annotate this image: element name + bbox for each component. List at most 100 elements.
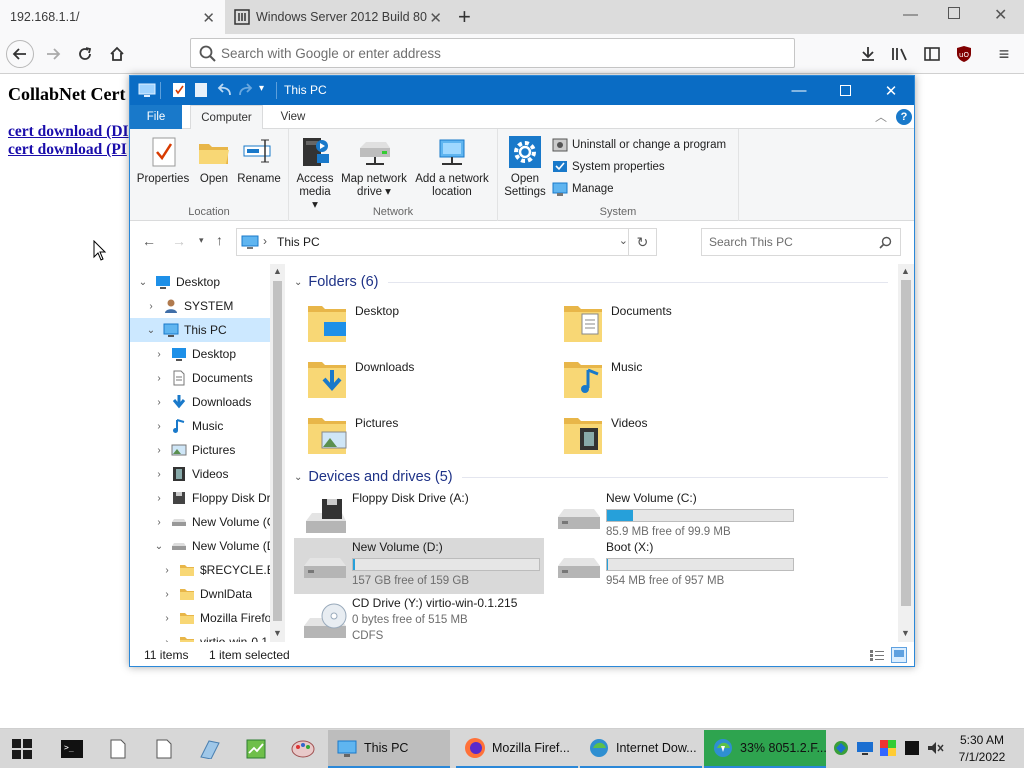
content-scrollbar[interactable]: ▲ ▼ <box>898 264 914 642</box>
search-this-pc-input[interactable]: Search This PC <box>701 228 901 256</box>
back-arrow-icon[interactable]: ← <box>142 233 156 249</box>
document-icon[interactable] <box>144 733 184 765</box>
expand-chevron-right-icon[interactable]: › <box>154 397 164 408</box>
nav-tree-item[interactable]: › Videos <box>130 462 270 486</box>
nav-tree-item[interactable]: › Mozilla Firefo <box>130 606 271 630</box>
nav-tree-item[interactable]: › Documents <box>130 366 270 390</box>
expand-chevron-right-icon[interactable]: › <box>154 469 164 480</box>
library-icon[interactable] <box>886 40 914 68</box>
taskbar-app-button[interactable]: 33% 8051.2.F... <box>704 730 826 768</box>
nav-tree-item[interactable]: › Floppy Disk Dri <box>130 486 273 510</box>
color-tray-icon[interactable] <box>879 739 897 757</box>
uninstall-program-button[interactable]: Uninstall or change a program <box>552 135 726 155</box>
expand-chevron-down-icon[interactable]: ⌄ <box>146 325 156 336</box>
minimize-button[interactable]: — <box>776 76 822 105</box>
address-dropdown-icon[interactable]: ⌄ <box>619 234 628 247</box>
expand-chevron-right-icon[interactable]: › <box>154 349 164 360</box>
expand-chevron-right-icon[interactable]: › <box>162 565 172 576</box>
nav-tree-item[interactable]: › Pictures <box>130 438 270 462</box>
keyboard-tray-icon[interactable] <box>903 739 921 757</box>
sidebar-icon[interactable] <box>918 40 946 68</box>
expand-chevron-right-icon[interactable]: › <box>154 517 164 528</box>
help-icon[interactable]: ? <box>896 109 912 125</box>
expand-chevron-down-icon[interactable]: ⌄ <box>154 541 164 552</box>
close-tab-icon[interactable]: ✕ <box>429 9 442 27</box>
close-button[interactable]: ✕ <box>868 76 914 105</box>
expand-chevron-right-icon[interactable]: › <box>154 445 164 456</box>
folders-group-header[interactable]: ⌄ Folders (6) <box>294 272 379 292</box>
task-manager-icon[interactable] <box>236 733 276 765</box>
drive-item[interactable]: New Volume (D:) 157 GB free of 159 GB <box>294 538 544 594</box>
folder-item[interactable]: Videos <box>550 408 800 462</box>
nav-tree-item[interactable]: › Desktop <box>130 342 270 366</box>
recent-locations-icon[interactable]: ▾ <box>199 235 204 246</box>
folder-item[interactable]: Desktop <box>294 296 544 350</box>
folder-item[interactable]: Music <box>550 352 800 406</box>
folder-item[interactable]: Pictures <box>294 408 544 462</box>
maximize-button[interactable] <box>822 76 868 105</box>
paint-icon[interactable] <box>283 733 323 765</box>
taskbar-app-button[interactable]: Internet Dow... <box>580 730 702 768</box>
customize-qat-icon[interactable]: ▾ <box>259 83 264 94</box>
display-tray-icon[interactable] <box>856 739 874 757</box>
expand-chevron-right-icon[interactable]: › <box>154 373 164 384</box>
cert-download-link[interactable]: cert download (DI <box>8 123 129 141</box>
close-browser-icon[interactable]: ✕ <box>994 5 1007 25</box>
close-tab-icon[interactable]: ✕ <box>202 9 215 27</box>
expand-chevron-right-icon[interactable]: › <box>162 613 172 624</box>
map-network-drive-button[interactable]: Map network drive ▾ <box>337 134 411 199</box>
nav-tree-item[interactable]: › $RECYCLE.BIN <box>130 558 285 582</box>
nav-tree-item[interactable]: ⌄ New Volume (D <box>130 534 276 558</box>
scroll-thumb[interactable] <box>901 280 911 606</box>
access-media-button[interactable]: Access media ▾ <box>295 134 335 212</box>
expand-chevron-right-icon[interactable]: › <box>162 589 172 600</box>
address-bar[interactable]: › This PC ⌄ ↻ <box>236 228 657 256</box>
details-view-icon[interactable] <box>869 648 885 662</box>
redo-icon[interactable] <box>238 83 254 97</box>
undo-icon[interactable] <box>216 83 232 97</box>
folder-item[interactable]: Documents <box>550 296 800 350</box>
nav-tree-item[interactable]: › Downloads <box>130 390 270 414</box>
cert-download-link[interactable]: cert download (PI <box>8 141 127 159</box>
ublock-icon[interactable]: uO <box>950 40 978 68</box>
navigation-scrollbar[interactable]: ▲ ▼ <box>270 264 285 642</box>
tab-file[interactable]: File <box>130 105 182 129</box>
drive-item[interactable]: Floppy Disk Drive (A:) <box>294 489 544 541</box>
collapse-ribbon-icon[interactable]: ︿ <box>875 108 887 125</box>
disk-tool-icon[interactable] <box>190 733 230 765</box>
nav-tree-item[interactable]: › virtio-win-0.1 <box>130 630 270 642</box>
open-settings-button[interactable]: Open Settings <box>504 134 546 199</box>
start-button[interactable] <box>2 733 42 765</box>
refresh-icon[interactable]: ↻ <box>628 229 656 255</box>
scroll-up-icon[interactable]: ▲ <box>273 266 282 276</box>
expand-chevron-right-icon[interactable]: › <box>146 301 156 312</box>
forward-arrow-icon[interactable]: → <box>172 233 186 249</box>
reload-icon[interactable] <box>71 40 99 68</box>
nav-tree-item[interactable]: › DwnlData <box>130 582 270 606</box>
drive-item[interactable]: CD Drive (Y:) virtio-win-0.1.215 0 bytes … <box>294 594 544 642</box>
minimize-browser-icon[interactable]: — <box>903 6 918 23</box>
home-icon[interactable] <box>103 40 131 68</box>
rename-button[interactable]: Rename <box>236 134 282 186</box>
explorer-title-bar[interactable]: ▾ This PC — ✕ <box>130 76 914 105</box>
nav-tree-item[interactable]: › Music <box>130 414 270 438</box>
properties-quick-icon[interactable] <box>172 82 186 98</box>
drives-group-header[interactable]: ⌄ Devices and drives (5) <box>294 467 453 487</box>
expand-chevron-right-icon[interactable]: › <box>154 421 164 432</box>
expand-chevron-right-icon[interactable]: › <box>154 493 164 504</box>
new-folder-quick-icon[interactable] <box>194 82 208 98</box>
taskbar-app-button[interactable]: Mozilla Firef... <box>456 730 578 768</box>
nav-tree-item[interactable]: ⌄ Desktop <box>130 270 270 294</box>
menu-icon[interactable]: ≡ <box>990 40 1018 68</box>
folder-item[interactable]: Downloads <box>294 352 544 406</box>
download-icon[interactable] <box>854 40 882 68</box>
drive-item[interactable]: New Volume (C:) 85.9 MB free of 99.9 MB <box>548 489 798 541</box>
system-properties-button[interactable]: System properties <box>552 157 665 177</box>
expand-chevron-right-icon[interactable]: › <box>162 637 172 643</box>
drive-item[interactable]: Boot (X:) 954 MB free of 957 MB <box>548 538 798 590</box>
add-network-location-button[interactable]: Add a network location <box>411 134 493 199</box>
cmd-icon[interactable]: >_ <box>52 733 92 765</box>
scroll-thumb[interactable] <box>273 281 282 621</box>
notepad-icon[interactable] <box>98 733 138 765</box>
nav-tree-item[interactable]: › SYSTEM <box>130 294 270 318</box>
